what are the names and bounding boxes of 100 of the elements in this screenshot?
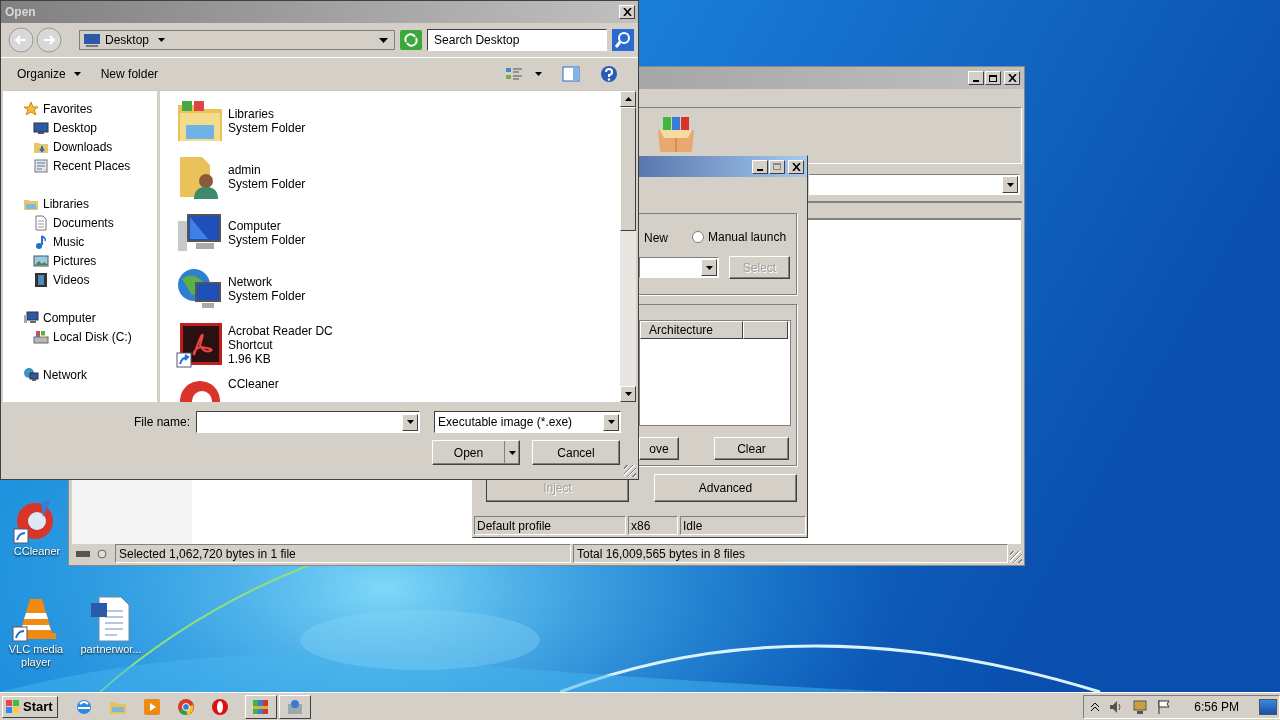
monitor-icon <box>84 33 100 47</box>
package-icon[interactable] <box>656 116 696 154</box>
resize-grip[interactable] <box>624 465 636 477</box>
tree-item[interactable]: Desktop <box>53 120 98 135</box>
taskbar-button[interactable] <box>244 694 277 719</box>
scrollbar[interactable] <box>620 91 636 402</box>
browser-icon[interactable] <box>74 697 93 716</box>
close-button[interactable] <box>619 5 635 19</box>
caret-icon <box>406 420 414 424</box>
start-button[interactable]: Start <box>2 695 58 718</box>
radio-label: New <box>644 231 668 245</box>
minimize-button[interactable] <box>752 159 768 174</box>
column-header[interactable] <box>743 321 788 339</box>
star-icon <box>23 100 39 117</box>
window-title: Open <box>5 5 36 19</box>
open-button[interactable]: Open <box>432 440 520 465</box>
installer-icon <box>285 697 304 716</box>
file-name[interactable]: CCleaner <box>228 377 279 391</box>
caret-icon <box>1006 182 1014 187</box>
tree-item[interactable]: Computer <box>43 310 96 325</box>
show-desktop-button[interactable] <box>1259 698 1277 715</box>
path-dropdown[interactable] <box>809 174 1020 195</box>
close-button[interactable] <box>788 159 804 174</box>
process-dropdown[interactable] <box>639 257 719 278</box>
status-text: Total 16,009,565 bytes in 8 files <box>573 544 1008 563</box>
tree-item[interactable]: Downloads <box>53 139 113 154</box>
four-squares-icon <box>6 700 20 713</box>
file-name[interactable]: admin <box>228 163 306 177</box>
tree-item[interactable]: Videos <box>53 272 90 287</box>
tree-item[interactable]: Favorites <box>43 101 93 116</box>
status-text: Selected 1,062,720 bytes in 1 file <box>115 544 571 563</box>
file-detail: System Folder <box>228 177 306 191</box>
document-icon <box>33 214 49 231</box>
close-icon <box>791 162 801 171</box>
file-name-field[interactable] <box>196 411 421 433</box>
status-text: Idle <box>680 516 806 535</box>
cancel-button[interactable]: Cancel <box>532 440 620 465</box>
column-header[interactable]: Architecture <box>640 321 743 339</box>
caret-icon <box>705 265 713 270</box>
caret-icon[interactable] <box>535 72 542 76</box>
maximize-button[interactable] <box>985 71 1001 85</box>
show-hidden-icon[interactable] <box>1090 701 1101 712</box>
desktop-icon-label: partnerwor... <box>79 643 143 656</box>
desktop-icon-label: VLC media player <box>7 643 65 669</box>
tree-item[interactable]: Local Disk (C:) <box>53 329 132 344</box>
refresh-button[interactable] <box>400 30 423 50</box>
caret-icon <box>607 420 615 424</box>
forward-button[interactable] <box>36 27 62 53</box>
clock[interactable]: 6:56 PM <box>1194 699 1239 714</box>
file-name[interactable]: Acrobat Reader DC <box>228 324 333 338</box>
file-detail: Shortcut <box>228 338 274 352</box>
chrome-icon[interactable] <box>176 697 195 716</box>
search-button[interactable] <box>612 29 634 51</box>
archive-icon <box>251 697 270 716</box>
taskbar-button[interactable] <box>278 694 311 719</box>
toolbar-button[interactable]: Organize <box>17 67 81 81</box>
file-detail: System Folder <box>228 289 306 303</box>
remove-button[interactable]: ove <box>639 437 679 460</box>
advanced-button[interactable]: Advanced <box>654 474 797 502</box>
file-name[interactable]: Libraries <box>228 107 306 121</box>
maximize-button[interactable] <box>769 159 785 174</box>
resize-grip[interactable] <box>1010 551 1022 563</box>
file-type-dropdown[interactable]: Executable image (*.exe) <box>434 411 622 433</box>
back-button[interactable] <box>8 27 34 53</box>
down-arrow-icon[interactable] <box>624 392 632 396</box>
music-note-icon <box>33 233 49 250</box>
preview-pane-icon[interactable] <box>562 66 580 82</box>
tree-item[interactable]: Documents <box>53 215 114 230</box>
picture-icon <box>33 252 49 269</box>
network-icon <box>23 366 39 383</box>
search-field[interactable]: Search Desktop <box>427 29 608 51</box>
file-detail: 1.96 KB <box>228 352 272 366</box>
file-name[interactable]: Network <box>228 275 306 289</box>
minimize-button[interactable] <box>968 71 984 85</box>
address-bar[interactable]: Desktop <box>79 30 396 50</box>
tree-item[interactable]: Pictures <box>53 253 97 268</box>
close-icon <box>1007 74 1017 82</box>
caret-icon[interactable] <box>379 37 389 43</box>
tree-item[interactable]: Music <box>53 234 85 249</box>
tree-item[interactable]: Recent Places <box>53 158 131 173</box>
toolbar-button[interactable]: New folder <box>100 67 159 81</box>
monitor-icon <box>33 119 49 136</box>
network-icon[interactable] <box>1132 698 1149 715</box>
pdf-shortcut-icon[interactable] <box>176 321 224 369</box>
caret-icon <box>508 450 516 455</box>
tree-item[interactable]: Libraries <box>43 196 90 211</box>
radio-button[interactable]: Manual launch <box>692 230 787 244</box>
up-arrow-icon[interactable] <box>624 97 632 101</box>
file-detail: System Folder <box>228 121 306 135</box>
tree-item[interactable]: Network <box>43 367 87 382</box>
clear-button[interactable]: Clear <box>714 437 789 460</box>
computer-icon <box>23 309 39 326</box>
help-icon[interactable] <box>600 65 618 83</box>
status-text: x86 <box>628 516 678 535</box>
desktop-icon-label: CCleaner <box>12 545 62 558</box>
ring-icon[interactable] <box>210 697 229 716</box>
caret-icon <box>158 38 166 42</box>
file-name[interactable]: Computer <box>228 219 306 233</box>
close-button[interactable] <box>1004 71 1020 85</box>
flag-icon[interactable] <box>1156 698 1173 715</box>
